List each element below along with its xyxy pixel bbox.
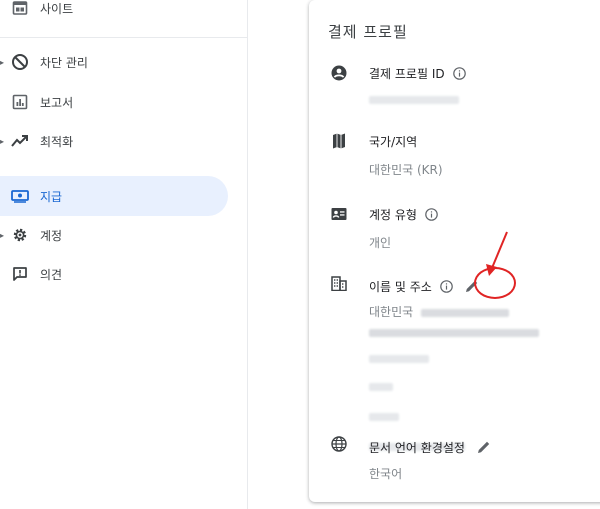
language-globe-icon — [331, 436, 347, 452]
badge-icon — [331, 206, 347, 222]
sidebar-item-label: 지급 — [40, 189, 63, 204]
profile-id-label: 결제 프로필 ID — [369, 67, 445, 81]
page-title: 결제 프로필 — [328, 23, 408, 41]
redacted-id — [369, 95, 459, 104]
billing-profile-card: 결제 프로필 결제 프로필 ID 국가/지역 대한민국 (KR) 계정 유형 개… — [309, 0, 600, 502]
name-address-label: 이름 및 주소 — [369, 279, 432, 294]
doc-language-label-row: 문서 언어 환경설정 — [369, 436, 495, 458]
sidebar-item-feedback[interactable]: 의견 — [0, 254, 228, 294]
info-icon[interactable] — [452, 67, 466, 80]
sidebar-item-label: 차단 관리 — [40, 55, 88, 70]
sidebar-item-payments[interactable]: 지급 — [0, 176, 228, 216]
sidebar-item-label: 사이트 — [40, 1, 74, 16]
sidebar-item-site[interactable]: 사이트 — [0, 0, 228, 28]
annotation-circle — [474, 267, 516, 299]
country-label: 국가/지역 — [369, 135, 418, 149]
address-country-text: 대한민국 — [369, 305, 414, 319]
block-icon — [10, 52, 30, 72]
expand-caret-icon[interactable]: ▸ — [0, 58, 6, 67]
sidebar-item-label: 의견 — [40, 267, 63, 282]
doc-language-value: 한국어 — [369, 467, 403, 481]
info-icon[interactable] — [425, 208, 438, 221]
profile-id-value — [369, 92, 459, 106]
country-value: 대한민국 (KR) — [369, 163, 443, 177]
info-icon[interactable] — [440, 279, 453, 293]
pencil-icon — [477, 440, 491, 454]
expand-caret-icon[interactable]: ▸ — [0, 231, 6, 240]
sidebar-item-block[interactable]: ▸ 차단 관리 — [0, 42, 228, 82]
site-icon — [10, 0, 30, 18]
business-building-icon — [331, 275, 347, 291]
profile-id-label-row: 결제 프로필 ID — [369, 65, 466, 82]
feedback-icon — [10, 264, 30, 284]
name-address-value: 대한민국 — [369, 303, 509, 320]
sidebar: 사이트 ▸ 차단 관리 보고서 ▸ 최적화 지급 ▸ 계정 의견 — [0, 0, 248, 509]
sidebar-item-label: 계정 — [40, 228, 63, 243]
account-type-value: 개인 — [369, 236, 392, 250]
doc-language-label: 문서 언어 환경설정 — [369, 440, 465, 455]
sidebar-item-account[interactable]: ▸ 계정 — [0, 215, 228, 255]
account-type-label-row: 계정 유형 — [369, 206, 438, 223]
redacted-name — [421, 308, 509, 317]
edit-doc-language-button[interactable] — [473, 436, 495, 458]
trending-up-icon — [10, 131, 30, 151]
sidebar-divider — [0, 37, 248, 38]
country-label-row: 국가/지역 — [369, 133, 417, 150]
name-address-label-row: 이름 및 주소 — [369, 275, 483, 297]
payments-icon — [10, 186, 30, 206]
expand-caret-icon[interactable]: ▸ — [0, 137, 6, 146]
sidebar-item-optimization[interactable]: ▸ 최적화 — [0, 121, 228, 161]
report-icon — [10, 92, 30, 112]
sidebar-item-label: 최적화 — [40, 134, 74, 149]
gear-icon — [10, 225, 30, 245]
map-icon — [331, 133, 347, 149]
account-type-label: 계정 유형 — [369, 208, 417, 222]
sidebar-item-label: 보고서 — [40, 95, 74, 110]
account-circle-icon — [331, 65, 347, 81]
sidebar-item-reports[interactable]: 보고서 — [0, 82, 228, 122]
